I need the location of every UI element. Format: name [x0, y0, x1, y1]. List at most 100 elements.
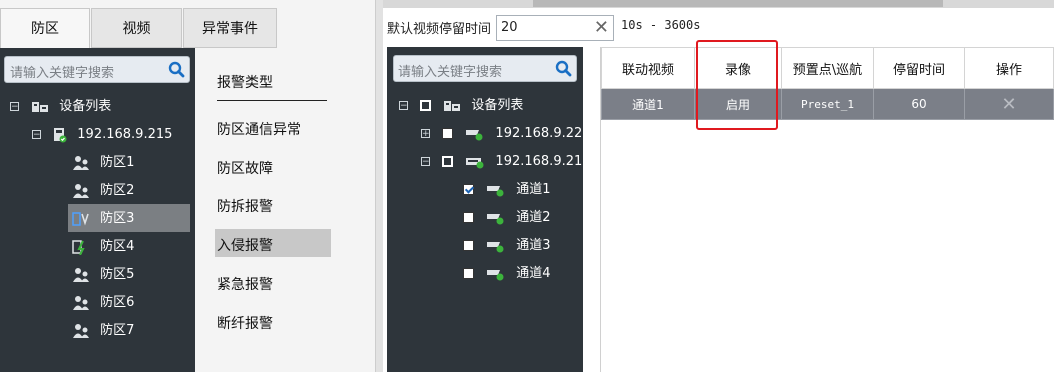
tree-zone-6[interactable]: 防区6: [72, 292, 134, 314]
cell-action: ✕: [964, 88, 1054, 120]
video-channel-4[interactable]: 通道4: [463, 263, 551, 285]
alarm-type-item[interactable]: 防区通信异常: [217, 119, 301, 139]
tree-device-label: 192.168.9.215: [77, 127, 173, 142]
video-tree-root-label: 设备列表: [471, 98, 524, 113]
tree-zone-2[interactable]: 防区2: [72, 180, 134, 202]
tree-root-device-list[interactable]: − 设备列表: [10, 96, 111, 118]
tree-root-label: 设备列表: [59, 99, 112, 114]
video-device-tree-panel: 请输入关键字搜索 − 设备列表 + 192.168.9.225 − 192.16…: [387, 47, 591, 372]
zone-icon: [73, 155, 89, 170]
alarm-type-list: 报警类型 防区通信异常 防区故障 防拆报警 入侵报警 紧急报警 断纤报警: [195, 48, 375, 372]
alarm-type-item[interactable]: 紧急报警: [217, 274, 273, 294]
zone-label: 防区3: [100, 211, 135, 226]
zone-label: 防区7: [100, 323, 135, 338]
video-device-node[interactable]: − 192.168.9.216: [421, 151, 591, 173]
zone-icon: [73, 323, 89, 338]
tree-zone-3[interactable]: 防区3: [72, 208, 134, 230]
alarm-type-item-selected[interactable]: 入侵报警: [217, 235, 273, 255]
tree-device-node[interactable]: − 192.168.9.215: [32, 124, 172, 146]
search-icon[interactable]: [168, 61, 185, 78]
alarm-type-item[interactable]: 断纤报警: [217, 313, 273, 333]
channel-label: 通道3: [516, 238, 551, 253]
linkage-table-area: 联动视频 录像 预置点\巡航 停留时间 操作 通道1 启用 Preset_1 6…: [600, 40, 1054, 372]
video-channel-3[interactable]: 通道3: [463, 235, 551, 257]
dwell-time-input[interactable]: 20 ✕: [496, 15, 614, 41]
root-checkbox[interactable]: [420, 100, 432, 111]
device-checkbox[interactable]: [442, 128, 454, 139]
device-checkbox[interactable]: [442, 156, 454, 167]
video-channel-1[interactable]: 通道1: [463, 179, 551, 201]
search-icon[interactable]: [555, 60, 572, 77]
column-header-dwell: 停留时间: [873, 47, 965, 89]
channel-checkbox[interactable]: [463, 240, 474, 251]
zone-tabs: 防区 视频 异常事件: [0, 8, 375, 48]
video-channel-2[interactable]: 通道2: [463, 207, 551, 229]
tree-zone-1[interactable]: 防区1: [72, 152, 134, 174]
channel-label: 通道4: [516, 266, 551, 281]
zone-tree-panel: 请输入关键字搜索 − 设备列表 − 192.168.9.215 防区1 防区2 …: [0, 48, 195, 372]
camera-online-icon: [487, 213, 504, 224]
collapse-icon[interactable]: −: [421, 157, 430, 167]
dwell-time-range: 10s - 3600s: [621, 18, 701, 32]
zone-label: 防区5: [100, 267, 135, 282]
alarm-type-item[interactable]: 防拆报警: [217, 196, 273, 216]
tree-zone-5[interactable]: 防区5: [72, 264, 134, 286]
video-search-input[interactable]: 请输入关键字搜索: [393, 55, 577, 82]
column-header-preset: 预置点\巡航: [781, 47, 874, 89]
collapse-icon[interactable]: −: [10, 102, 19, 112]
video-device-node[interactable]: + 192.168.9.225: [421, 123, 591, 145]
dwell-time-value: 20: [501, 20, 518, 35]
device-list-icon: [32, 101, 49, 112]
zone-search-input[interactable]: 请输入关键字搜索: [4, 56, 190, 83]
linkage-video-table: 联动视频 录像 预置点\巡航 停留时间 操作 通道1 启用 Preset_1 6…: [601, 47, 1054, 120]
table-row[interactable]: 通道1 启用 Preset_1 60 ✕: [601, 88, 1054, 120]
camera-online-icon: [466, 129, 483, 140]
zone-icon: [73, 295, 89, 310]
tab-zone[interactable]: 防区: [0, 8, 90, 48]
cell-dwell[interactable]: 60: [873, 88, 965, 120]
expand-icon[interactable]: +: [421, 129, 430, 139]
alarm-type-header: 报警类型: [217, 75, 273, 91]
alarm-host-icon: [54, 127, 67, 142]
scrollbar-thumb[interactable]: [533, 0, 943, 7]
tab-video[interactable]: 视频: [91, 8, 182, 48]
header-divider: [217, 100, 327, 101]
tree-zone-4[interactable]: 防区4: [72, 236, 134, 258]
camera-online-icon: [487, 269, 504, 280]
collapse-icon[interactable]: −: [32, 130, 41, 140]
highlight-annotation-box: [696, 40, 778, 130]
video-device-label: 192.168.9.216: [495, 154, 591, 169]
camera-online-icon: [487, 185, 504, 196]
cell-preset[interactable]: Preset_1: [781, 88, 874, 120]
video-tree-root[interactable]: − 设备列表: [399, 95, 523, 117]
channel-label: 通道2: [516, 210, 551, 225]
zone-icon: [73, 267, 89, 282]
channel-label: 通道1: [516, 182, 551, 197]
channel-checkbox[interactable]: [463, 212, 474, 223]
channel-checkbox[interactable]: [463, 268, 474, 279]
linkage-video-panel: 默认视频停留时间 20 ✕ 10s - 3600s 请输入关键字搜索 − 设备列…: [383, 0, 1054, 372]
column-header-action: 操作: [964, 47, 1054, 89]
camera-online-icon: [487, 241, 504, 252]
zone-label: 防区1: [100, 155, 135, 170]
zone-label: 防区2: [100, 183, 135, 198]
zone-alarm-icon: [72, 239, 85, 255]
alarm-type-item[interactable]: 防区故障: [217, 158, 273, 178]
zone-search-placeholder: 请输入关键字搜索: [10, 66, 115, 81]
cell-video: 通道1: [601, 88, 695, 120]
zone-icon: [73, 183, 89, 198]
column-header-video: 联动视频: [601, 47, 695, 89]
zone-alarm-icon: [72, 211, 89, 226]
channel-checkbox-checked[interactable]: [463, 184, 474, 195]
collapse-icon[interactable]: −: [399, 101, 408, 111]
tab-abnormal-events[interactable]: 异常事件: [183, 8, 277, 48]
nvr-online-icon: [466, 157, 484, 168]
delete-icon[interactable]: ✕: [1001, 94, 1016, 115]
horizontal-scrollbar[interactable]: [383, 0, 1054, 8]
tree-zone-7[interactable]: 防区7: [72, 320, 134, 342]
zone-label: 防区4: [100, 239, 135, 254]
device-list-icon: [444, 100, 461, 111]
clear-icon[interactable]: ✕: [594, 17, 609, 38]
zone-panel: 防区 视频 异常事件 请输入关键字搜索 − 设备列表 − 192.168.9.2…: [0, 0, 375, 372]
video-device-label: 192.168.9.225: [495, 126, 591, 141]
